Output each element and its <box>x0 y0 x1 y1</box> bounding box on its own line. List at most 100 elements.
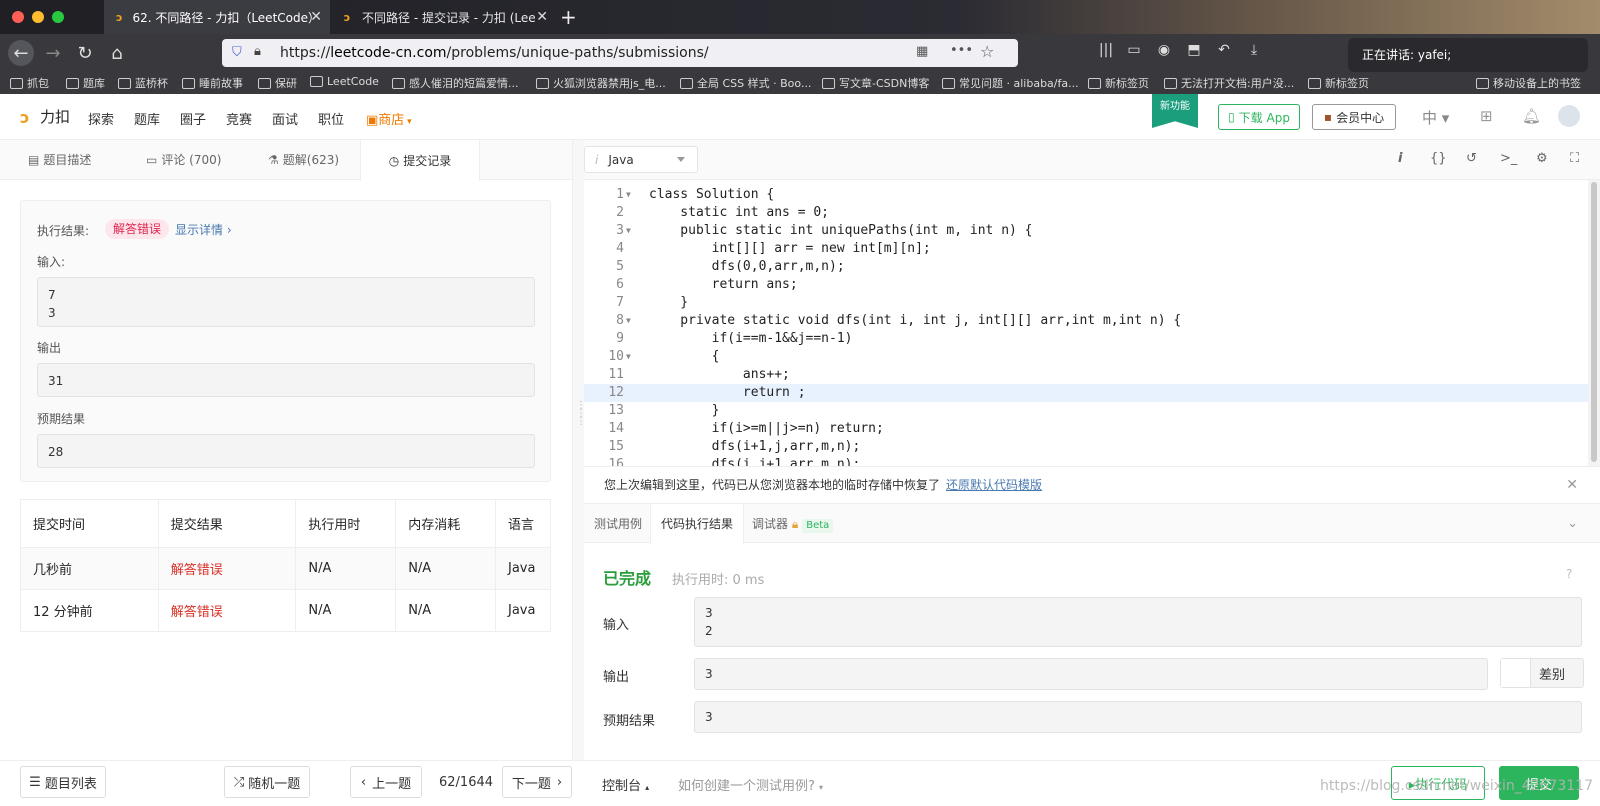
code-line[interactable]: 10 ▼ { <box>584 348 1588 366</box>
diff-toggle[interactable]: 差别 <box>1500 658 1584 688</box>
bookmark-item[interactable]: 火狐浏览器禁用js_电... <box>536 75 666 91</box>
bookmark-item[interactable]: 抓包 <box>10 75 49 91</box>
bookmark-item[interactable]: 无法打开文档:用户没... <box>1164 75 1294 91</box>
library-icon[interactable]: ||| <box>1096 42 1116 62</box>
code-editor[interactable]: 1 ▼ class Solution {2 static int ans = 0; 3… <box>584 180 1588 466</box>
code-line[interactable]: 13 } <box>584 402 1588 420</box>
console-toggle[interactable]: 控制台 ▴ <box>602 775 649 794</box>
logo[interactable]: ↄ 力扣 <box>20 106 70 127</box>
tab-submissions[interactable]: ◷ 提交记录 <box>360 140 480 181</box>
bookmark-item[interactable]: 移动设备上的书签 <box>1476 75 1581 91</box>
chevron-down-icon[interactable]: ⌄ <box>1567 516 1578 531</box>
table-row[interactable]: 几秒前 解答错误 N/A N/A Java <box>20 547 551 590</box>
fold-arrow-icon[interactable]: ▼ <box>626 348 631 366</box>
lock-icon[interactable]: 🔒︎ <box>254 44 261 59</box>
url-bar[interactable]: ⛉ 🔒︎ https://leetcode-cn.com/problems/un… <box>222 39 1018 67</box>
account-icon[interactable]: ◉ <box>1154 42 1174 62</box>
reader-icon[interactable]: ▭ <box>1124 42 1144 62</box>
reset-icon[interactable]: ↺ <box>1466 151 1477 166</box>
code-line[interactable]: 2 static int ans = 0; <box>584 204 1588 222</box>
editor-scrollbar[interactable] <box>1588 180 1600 466</box>
browser-tab-submissions[interactable]: ↄ 不同路径 - 提交记录 - 力扣 (Lee ✕ <box>330 0 556 34</box>
language-select[interactable]: i Java <box>584 146 698 173</box>
code-line[interactable]: 16 dfs(i,j+1,arr,m,n); <box>584 456 1588 466</box>
new-tab-icon[interactable]: + <box>560 5 577 29</box>
maximize-window-button[interactable] <box>52 11 64 23</box>
code-line[interactable]: 11 ans++; <box>584 366 1588 384</box>
minimize-window-button[interactable] <box>32 11 44 23</box>
prev-problem-button[interactable]: ‹ 上一题 <box>350 766 422 798</box>
bookmark-item[interactable]: 睡前故事 <box>182 75 243 91</box>
download-icon[interactable]: ⤓ <box>1244 42 1264 62</box>
terminal-icon[interactable]: >_ <box>1500 151 1517 166</box>
problem-list-button[interactable]: ☰ 题目列表 <box>20 766 106 798</box>
settings-icon[interactable]: ⚙ <box>1536 151 1548 166</box>
nav-problemset[interactable]: 题库 <box>134 109 160 128</box>
bookmark-item[interactable]: LeetCode <box>310 75 379 88</box>
home-icon[interactable]: ⌂ <box>104 40 130 66</box>
new-feature-ribbon[interactable]: 新功能 <box>1152 94 1198 128</box>
avatar[interactable] <box>1558 105 1580 127</box>
bookmark-item[interactable]: 蓝桥杯 <box>118 75 168 91</box>
bookmark-item[interactable]: 常见问题 · alibaba/fa... <box>942 75 1079 91</box>
tab-testcase[interactable]: 测试用例 <box>594 504 642 544</box>
fold-arrow-icon[interactable]: ▼ <box>626 312 631 330</box>
more-icon[interactable]: ••• <box>950 43 973 58</box>
random-problem-button[interactable]: ⤮ 随机一题 <box>224 766 310 798</box>
fullscreen-icon[interactable]: ⛶ <box>1570 151 1579 166</box>
format-braces-icon[interactable]: {} <box>1430 151 1447 166</box>
restore-default-link[interactable]: 还原默认代码模版 <box>946 478 1042 492</box>
diff-switch[interactable] <box>1501 659 1531 687</box>
bell-icon[interactable]: 🔔︎ <box>1522 107 1541 125</box>
nav-shop[interactable]: ▣商店 ▾ <box>366 109 412 128</box>
nav-interview[interactable]: 面试 <box>272 109 298 128</box>
bookmark-item[interactable]: 写文章-CSDN博客 <box>822 75 929 91</box>
extension-icon[interactable]: ⬒ <box>1184 42 1204 62</box>
scrollbar-thumb[interactable] <box>1591 182 1597 462</box>
reload-icon[interactable]: ↻ <box>72 40 98 66</box>
close-icon[interactable]: ✕ <box>1566 467 1578 503</box>
code-line[interactable]: 8 ▼ private static void dfs(int i, int j,… <box>584 312 1588 330</box>
nav-circle[interactable]: 圈子 <box>180 109 206 128</box>
star-icon[interactable]: ☆ <box>980 42 994 61</box>
code-line[interactable]: 9 if(i==m-1&&j==n-1) <box>584 330 1588 348</box>
bookmark-item[interactable]: 感人催泪的短篇爱情... <box>392 75 519 91</box>
code-line[interactable]: 7 } <box>584 294 1588 312</box>
next-problem-button[interactable]: 下一题 › <box>502 766 572 798</box>
tab-description[interactable]: ▤ 题目描述 <box>28 140 91 180</box>
how-to-testcase-link[interactable]: 如何创建一个测试用例? ▾ <box>678 775 823 794</box>
code-line[interactable]: 6 return ans; <box>584 276 1588 294</box>
download-app-button[interactable]: ▯ 下载 App <box>1218 104 1300 130</box>
help-icon[interactable]: ? <box>1566 567 1572 581</box>
code-line[interactable]: 1 ▼ class Solution { <box>584 186 1588 204</box>
show-details-link[interactable]: 显示详情 › <box>175 221 232 238</box>
bookmark-item[interactable]: 全局 CSS 样式 · Boo... <box>680 75 811 91</box>
table-row[interactable]: 12 分钟前 解答错误 N/A N/A Java <box>20 589 551 632</box>
back-icon[interactable]: ← <box>8 40 34 66</box>
close-window-button[interactable] <box>12 11 24 23</box>
nav-jobs[interactable]: 职位 <box>318 109 344 128</box>
close-icon[interactable]: ✕ <box>310 9 322 25</box>
qr-code-icon[interactable]: ▦ <box>916 44 928 59</box>
bookmark-item[interactable]: 保研 <box>258 75 297 91</box>
tab-debugger[interactable]: 调试器 🔒︎ Beta <box>752 504 834 544</box>
fold-arrow-icon[interactable]: ▼ <box>626 222 631 240</box>
language-switch[interactable]: 中 ▾ <box>1422 107 1449 128</box>
code-line[interactable]: 4 int[][] arr = new int[m][n]; <box>584 240 1588 258</box>
tab-run-result[interactable]: 代码执行结果 <box>650 504 745 544</box>
close-icon[interactable]: ✕ <box>536 9 548 25</box>
nav-explore[interactable]: 探索 <box>88 109 114 128</box>
code-line[interactable]: 15 dfs(i+1,j,arr,m,n); <box>584 438 1588 456</box>
nav-contest[interactable]: 竞赛 <box>226 109 252 128</box>
submit-result-link[interactable]: 解答错误 <box>157 589 297 632</box>
code-line[interactable]: 14 if(i>=m||j>=n) return; <box>584 420 1588 438</box>
browser-tab-problem[interactable]: ↄ 62. 不同路径 - 力扣（LeetCode） ✕ <box>104 0 330 34</box>
forward-icon[interactable]: → <box>40 40 66 66</box>
code-line[interactable]: 3 ▼ public static int uniquePaths(int m, … <box>584 222 1588 240</box>
undo-icon[interactable]: ↶ <box>1214 42 1234 62</box>
bookmark-item[interactable]: 新标签页 <box>1308 75 1369 91</box>
playground-icon[interactable]: ⊞ <box>1480 107 1493 125</box>
vip-center-button[interactable]: ▪ 会员中心 <box>1312 104 1396 130</box>
tab-solutions[interactable]: ⚗ 题解(623) <box>268 140 339 180</box>
tab-comments[interactable]: ▭ 评论 (700) <box>146 140 221 180</box>
